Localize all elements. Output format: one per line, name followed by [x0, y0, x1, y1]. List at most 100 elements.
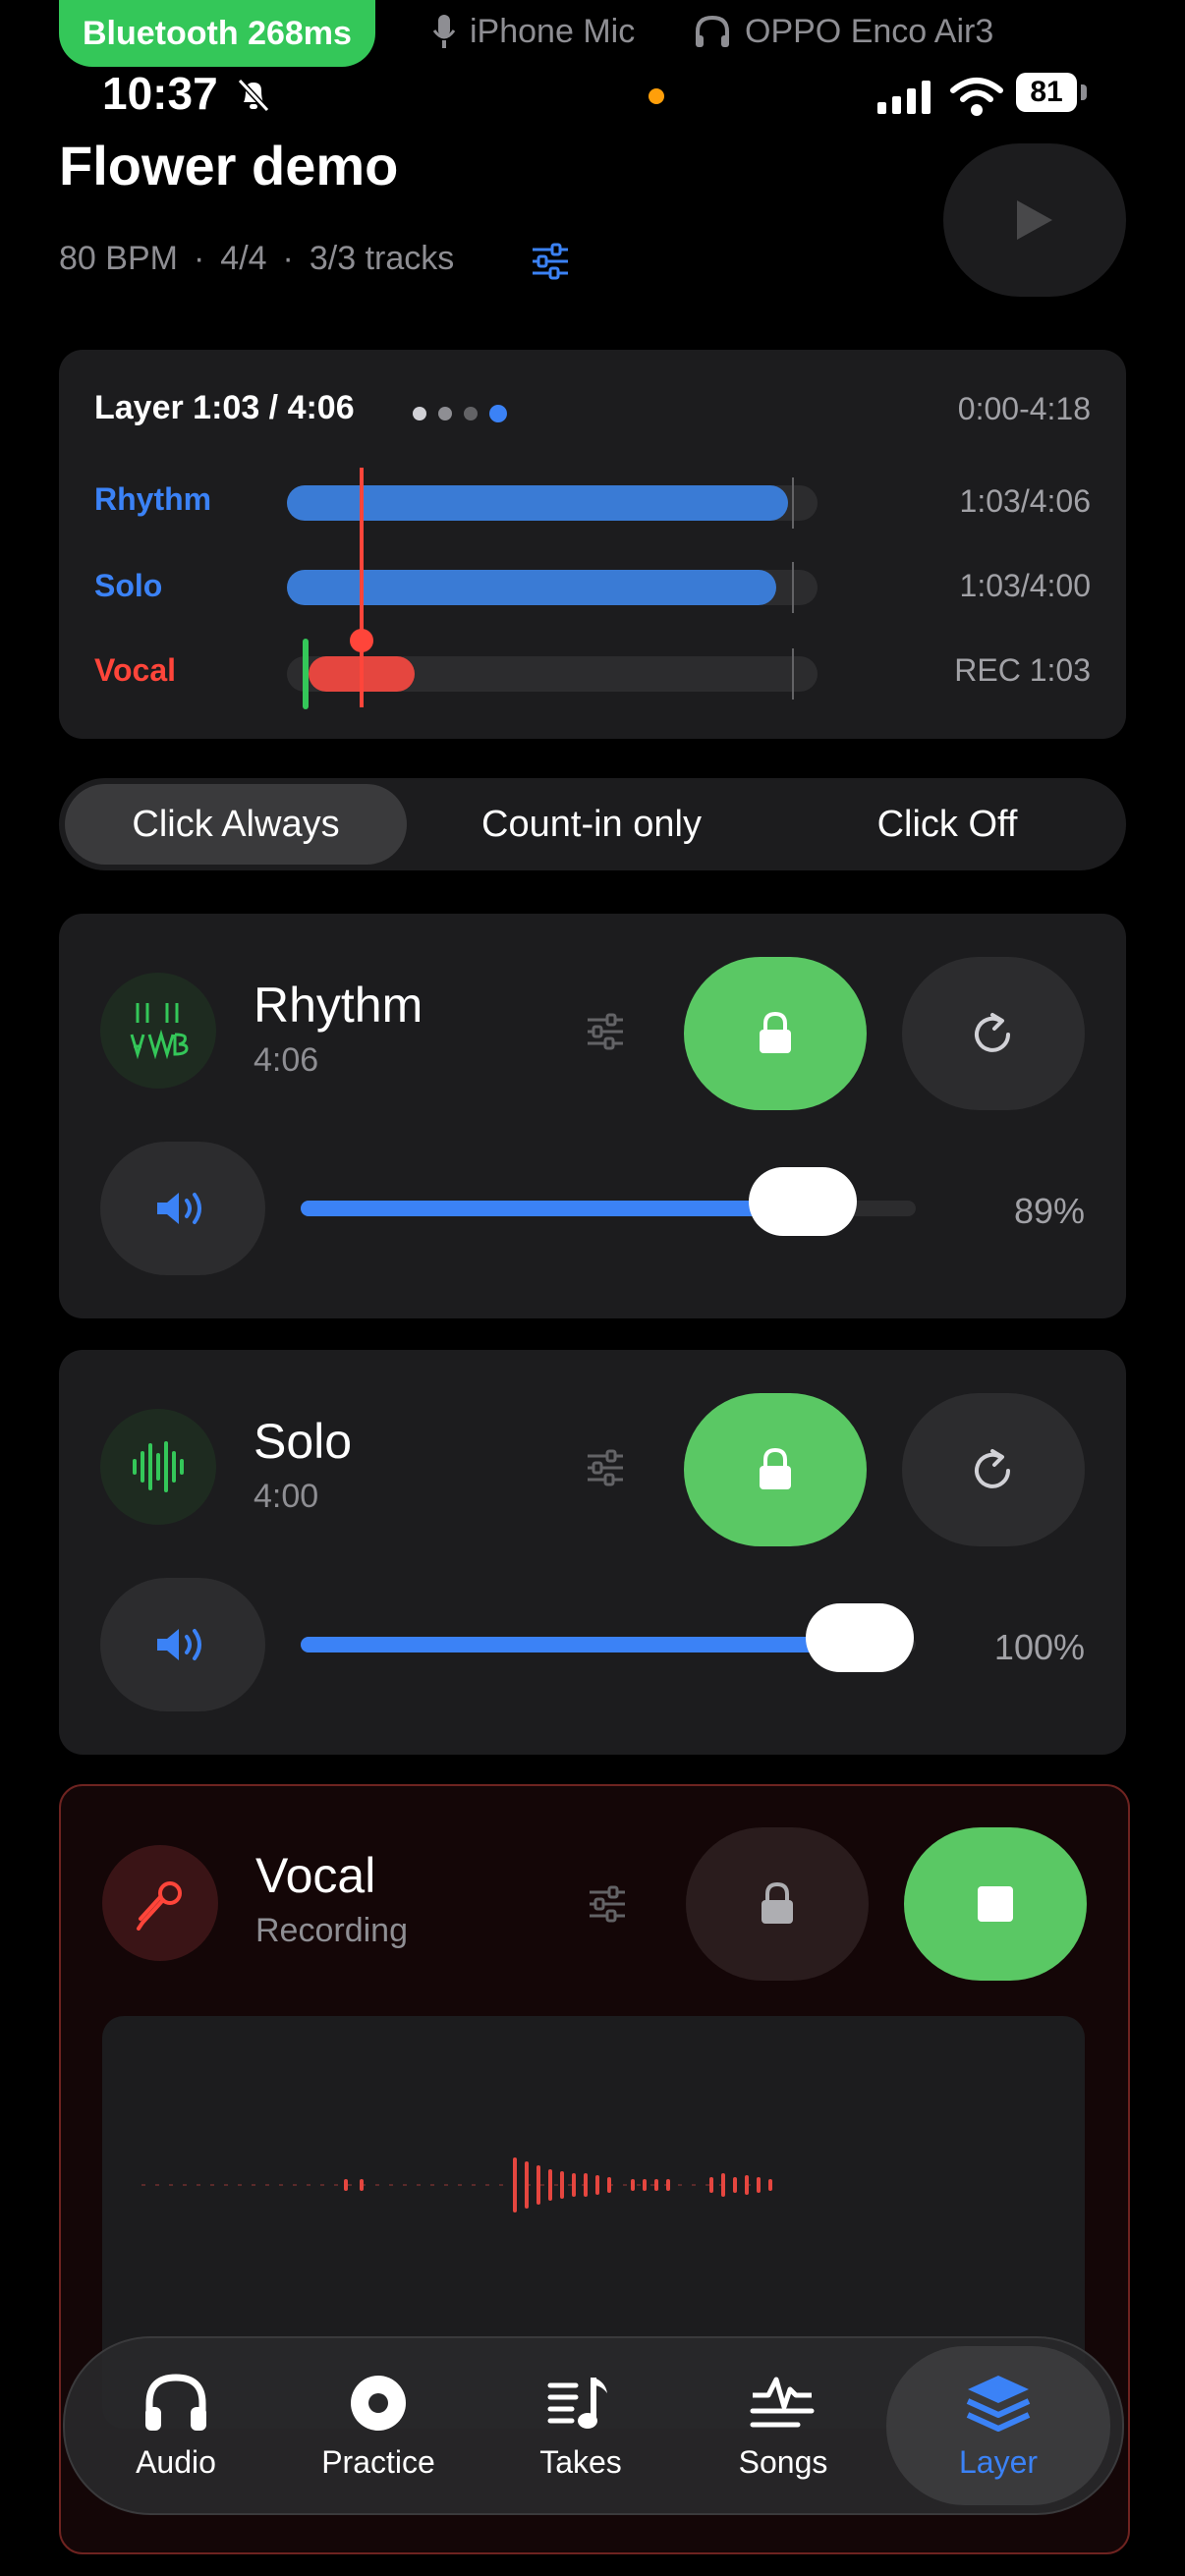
track-bar-rhythm[interactable] [287, 477, 818, 529]
track-time-vocal: REC 1:03 [954, 652, 1091, 688]
click-mode-control: Click Always Count-in only Click Off [59, 778, 1126, 870]
separator: · [282, 240, 294, 277]
volume-fill [301, 1637, 851, 1652]
lock-button[interactable] [686, 1827, 869, 1981]
track-bar-solo[interactable] [287, 562, 818, 613]
volume-percent: 89% [1013, 1191, 1085, 1231]
retake-button[interactable] [902, 1393, 1085, 1546]
track-label-solo: Solo [94, 568, 163, 603]
waveform-icon [100, 1409, 216, 1525]
lock-button[interactable] [684, 957, 867, 1110]
wifi-icon [950, 78, 1003, 116]
track-bar-vocal[interactable] [287, 639, 818, 709]
speaker-icon [157, 1193, 201, 1224]
bell-slash-icon [237, 78, 270, 113]
count-in-only-option[interactable]: Count-in only [421, 784, 762, 865]
privacy-indicator [649, 88, 664, 104]
headphone-label: OPPO Enco Air3 [745, 12, 994, 50]
track-name: Rhythm [254, 978, 423, 1033]
bottom-tab-bar: Audio Practice Takes Songs Layer [63, 2336, 1124, 2515]
lock-icon [760, 1012, 791, 1053]
track-settings-icon[interactable] [584, 1012, 627, 1051]
tab-label: Audio [136, 2443, 216, 2480]
headphones-icon [696, 15, 729, 47]
tab-layer[interactable]: Layer [886, 2346, 1110, 2505]
track-settings-icon[interactable] [584, 1448, 627, 1487]
redo-icon [975, 1449, 1010, 1488]
guitar-chords-icon [100, 973, 216, 1089]
click-off-option[interactable]: Click Off [776, 784, 1118, 865]
volume-button[interactable] [100, 1142, 265, 1275]
cellular-signal-icon [877, 79, 931, 114]
layers-icon [966, 2375, 1031, 2432]
track-duration: 4:00 [254, 1478, 319, 1515]
track-time-solo: 1:03/4:00 [959, 568, 1091, 603]
music-list-icon [547, 2377, 607, 2429]
record-disc-icon [351, 2375, 406, 2431]
headphones-icon [145, 2373, 206, 2431]
track-label-vocal: Vocal [94, 652, 176, 688]
track-end-marker [792, 648, 794, 700]
speaker-icon [157, 1629, 201, 1660]
waveform-lines-icon [750, 2377, 815, 2427]
battery-level: 81 [1016, 73, 1077, 112]
tab-label: Practice [321, 2443, 435, 2480]
mic-route: iPhone Mic [432, 12, 635, 51]
mic-label: iPhone Mic [470, 12, 636, 50]
microphone-icon [432, 15, 456, 48]
volume-percent: 100% [993, 1627, 1085, 1667]
layer-timeline-panel: Layer 1:03 / 4:06 0:00-4:18 Rhythm 1:03/… [59, 350, 1126, 739]
headphone-route: OPPO Enco Air3 [694, 12, 993, 51]
solo-track-card: Solo 4:00 100% [59, 1350, 1126, 1755]
click-always-option[interactable]: Click Always [65, 784, 407, 865]
lock-button[interactable] [684, 1393, 867, 1546]
track-status: Recording [255, 1912, 408, 1949]
page-dot [413, 407, 426, 420]
track-name: Vocal [255, 1848, 376, 1903]
stop-recording-button[interactable] [904, 1827, 1087, 1981]
redo-icon [975, 1013, 1010, 1052]
track-settings-icon[interactable] [586, 1884, 629, 1924]
song-meta: 80 BPM · 4/4 · 3/3 tracks [59, 240, 454, 278]
microphone-icon [102, 1845, 218, 1961]
volume-fill [301, 1201, 792, 1216]
mixer-settings-icon[interactable] [529, 242, 572, 281]
track-name: Solo [254, 1414, 353, 1469]
play-icon [1017, 200, 1052, 240]
status-time: 10:37 [102, 68, 218, 119]
latency-badge: Bluetooth 268ms [59, 0, 375, 67]
tab-label: Layer [958, 2443, 1039, 2480]
lock-icon [762, 1882, 793, 1924]
tab-label: Takes [539, 2443, 622, 2480]
record-start-marker [303, 639, 309, 709]
volume-button[interactable] [100, 1578, 265, 1711]
track-end-marker [792, 477, 794, 529]
track-count: 3/3 tracks [309, 240, 455, 277]
tab-practice[interactable]: Practice [277, 2338, 480, 2513]
volume-knob[interactable] [749, 1167, 857, 1236]
play-button[interactable] [943, 143, 1126, 297]
bpm: 80 BPM [59, 240, 178, 277]
tab-audio[interactable]: Audio [75, 2338, 277, 2513]
volume-knob[interactable] [806, 1603, 914, 1672]
layer-range: 0:00-4:18 [957, 391, 1091, 426]
tab-takes[interactable]: Takes [480, 2338, 682, 2513]
rhythm-track-card: Rhythm 4:06 89% [59, 914, 1126, 1318]
layer-position: Layer 1:03 / 4:06 [94, 389, 355, 426]
playhead-knob[interactable] [350, 629, 373, 652]
battery-tip [1081, 84, 1087, 100]
lock-icon [760, 1448, 791, 1489]
volume-slider[interactable] [301, 1167, 916, 1236]
track-duration: 4:06 [254, 1041, 319, 1079]
time-signature: 4/4 [220, 240, 267, 277]
playhead[interactable] [360, 468, 364, 707]
page-dot [464, 407, 478, 420]
tab-label: Songs [738, 2443, 828, 2480]
track-time-rhythm: 1:03/4:06 [959, 483, 1091, 519]
tab-songs[interactable]: Songs [682, 2338, 884, 2513]
page-dots[interactable] [413, 405, 507, 422]
track-end-marker [792, 562, 794, 613]
volume-slider[interactable] [301, 1603, 916, 1672]
stop-icon [978, 1886, 1013, 1922]
retake-button[interactable] [902, 957, 1085, 1110]
